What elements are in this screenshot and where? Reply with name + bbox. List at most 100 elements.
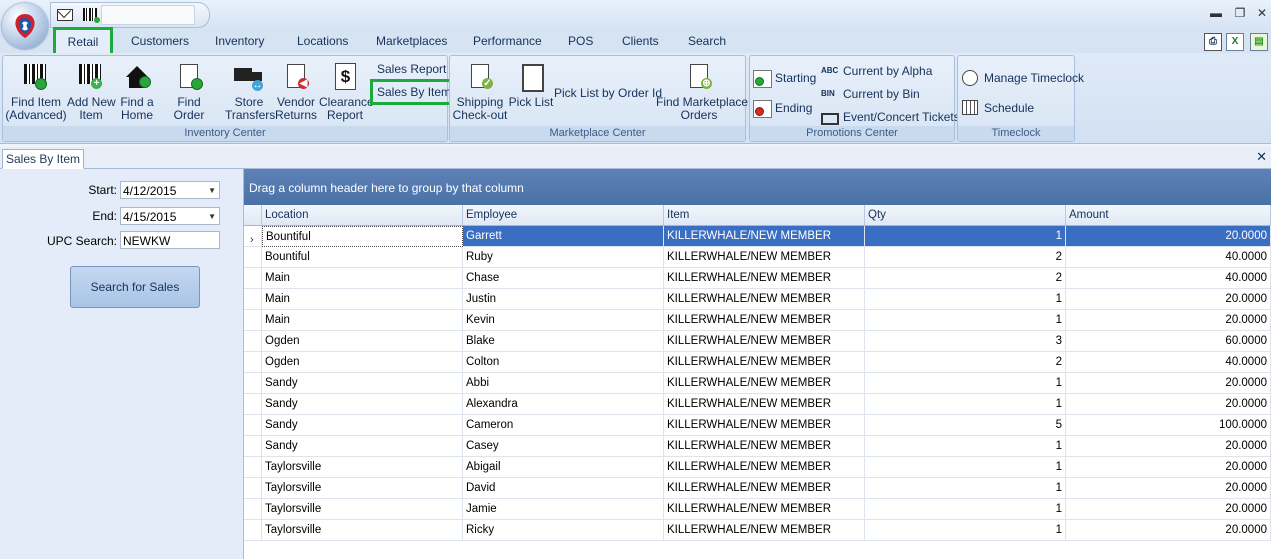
row-indicator[interactable] [244, 373, 262, 394]
table-cell[interactable]: Jamie [463, 499, 664, 520]
sales-by-item-button[interactable]: Sales By Item [369, 79, 459, 105]
table-row[interactable]: Sandy Alexandra KILLERWHALE/NEW MEMBER 1 20.… [244, 394, 1271, 415]
table-cell[interactable]: David [463, 478, 664, 499]
table-row[interactable]: Ogden Blake KILLERWHALE/NEW MEMBER 3 60.0000 [244, 331, 1271, 352]
export-icon[interactable]: ▤ [1250, 33, 1268, 51]
table-cell[interactable]: KILLERWHALE/NEW MEMBER [664, 478, 865, 499]
table-row[interactable]: Sandy Abbi KILLERWHALE/NEW MEMBER 1 20.0000 [244, 373, 1271, 394]
table-cell[interactable]: KILLERWHALE/NEW MEMBER [664, 310, 865, 331]
vendor-returns-button[interactable]: ◀ Vendor Returns [273, 62, 319, 122]
find-marketplace-orders-button[interactable]: ⊕ Find Marketplace Orders [656, 62, 748, 122]
table-cell[interactable]: Ogden [262, 331, 463, 352]
tab-sales-by-item[interactable]: Sales By Item [2, 149, 84, 169]
table-row[interactable]: Sandy Casey KILLERWHALE/NEW MEMBER 1 20.0000 [244, 436, 1271, 457]
column-header-qty[interactable]: Qty [865, 205, 1066, 226]
table-row[interactable]: Main Kevin KILLERWHALE/NEW MEMBER 1 20.0000 [244, 310, 1271, 331]
pick-list-by-order-button[interactable]: Pick List by Order Id [554, 86, 662, 100]
table-cell[interactable]: 1 [865, 373, 1066, 394]
table-cell[interactable]: Ruby [463, 247, 664, 268]
tab-locations[interactable]: Locations [297, 34, 348, 48]
table-cell[interactable]: KILLERWHALE/NEW MEMBER [664, 247, 865, 268]
table-cell[interactable]: Cameron [463, 415, 664, 436]
row-indicator[interactable] [244, 310, 262, 331]
table-cell[interactable]: 20.0000 [1066, 520, 1271, 541]
excel-icon[interactable]: X [1226, 33, 1244, 51]
mail-icon[interactable] [57, 9, 73, 21]
table-cell[interactable]: 1 [865, 478, 1066, 499]
store-transfers-button[interactable]: ↔ Store Transfers [225, 62, 275, 122]
table-cell[interactable]: 1 [865, 457, 1066, 478]
table-cell[interactable]: 20.0000 [1066, 289, 1271, 310]
table-row[interactable]: › Bountiful Garrett KILLERWHALE/NEW MEMBER 1… [244, 226, 1271, 247]
table-cell[interactable]: 40.0000 [1066, 247, 1271, 268]
table-cell[interactable]: 2 [865, 268, 1066, 289]
row-indicator[interactable] [244, 436, 262, 457]
table-cell[interactable]: 20.0000 [1066, 226, 1271, 247]
table-cell[interactable]: Ricky [463, 520, 664, 541]
table-cell[interactable]: 20.0000 [1066, 373, 1271, 394]
print-icon[interactable]: ⎙ [1204, 33, 1222, 51]
pick-list-button[interactable]: Pick List [508, 62, 554, 109]
tab-search[interactable]: Search [688, 34, 726, 48]
table-cell[interactable]: KILLERWHALE/NEW MEMBER [664, 268, 865, 289]
table-row[interactable]: Taylorsville Abigail KILLERWHALE/NEW MEMBE… [244, 457, 1271, 478]
table-cell[interactable]: Taylorsville [262, 520, 463, 541]
table-cell[interactable]: Kevin [463, 310, 664, 331]
table-cell[interactable]: Sandy [262, 394, 463, 415]
table-row[interactable]: Taylorsville Ricky KILLERWHALE/NEW MEMBER 1… [244, 520, 1271, 541]
table-cell[interactable]: Sandy [262, 373, 463, 394]
find-order-button[interactable]: Find Order [161, 62, 217, 122]
table-cell[interactable]: KILLERWHALE/NEW MEMBER [664, 436, 865, 457]
tab-pos[interactable]: POS [568, 34, 593, 48]
table-cell[interactable]: 20.0000 [1066, 457, 1271, 478]
table-cell[interactable]: KILLERWHALE/NEW MEMBER [664, 373, 865, 394]
column-header-amount[interactable]: Amount [1066, 205, 1271, 226]
table-cell[interactable]: KILLERWHALE/NEW MEMBER [664, 289, 865, 310]
table-cell[interactable]: 1 [865, 436, 1066, 457]
table-cell[interactable]: 20.0000 [1066, 499, 1271, 520]
table-cell[interactable]: Sandy [262, 415, 463, 436]
tab-clients[interactable]: Clients [622, 34, 659, 48]
table-cell[interactable]: Casey [463, 436, 664, 457]
table-cell[interactable]: Taylorsville [262, 478, 463, 499]
table-cell[interactable]: Justin [463, 289, 664, 310]
upc-search-input[interactable]: NEWKW [120, 231, 220, 249]
start-date-picker[interactable]: 4/12/2015 ▼ [120, 181, 220, 199]
table-cell[interactable]: Alexandra [463, 394, 664, 415]
table-cell[interactable]: KILLERWHALE/NEW MEMBER [664, 457, 865, 478]
table-cell[interactable]: 1 [865, 499, 1066, 520]
table-cell[interactable]: KILLERWHALE/NEW MEMBER [664, 415, 865, 436]
row-indicator[interactable] [244, 457, 262, 478]
end-date-picker[interactable]: 4/15/2015 ▼ [120, 207, 220, 225]
row-indicator[interactable] [244, 331, 262, 352]
app-menu-button[interactable] [2, 3, 48, 49]
row-indicator[interactable] [244, 415, 262, 436]
table-cell[interactable]: Ogden [262, 352, 463, 373]
column-header-item[interactable]: Item [664, 205, 865, 226]
tab-retail[interactable]: Retail [53, 27, 113, 56]
table-cell[interactable]: Abbi [463, 373, 664, 394]
table-row[interactable]: Sandy Cameron KILLERWHALE/NEW MEMBER 5 100.0… [244, 415, 1271, 436]
table-cell[interactable]: 20.0000 [1066, 310, 1271, 331]
table-cell[interactable]: Main [262, 310, 463, 331]
row-indicator[interactable] [244, 520, 262, 541]
close-button[interactable]: ✕ [1252, 4, 1271, 22]
table-cell[interactable]: 20.0000 [1066, 478, 1271, 499]
table-cell[interactable]: Main [262, 289, 463, 310]
close-document-icon[interactable]: ✕ [1256, 149, 1267, 165]
row-indicator[interactable] [244, 268, 262, 289]
table-cell[interactable]: 100.0000 [1066, 415, 1271, 436]
table-row[interactable]: Main Justin KILLERWHALE/NEW MEMBER 1 20.0000 [244, 289, 1271, 310]
table-cell[interactable]: 2 [865, 352, 1066, 373]
add-new-item-button[interactable]: + Add New Item [67, 62, 116, 122]
row-indicator[interactable] [244, 478, 262, 499]
table-cell[interactable]: 1 [865, 289, 1066, 310]
table-cell[interactable]: 1 [865, 226, 1066, 247]
table-row[interactable]: Ogden Colton KILLERWHALE/NEW MEMBER 2 40.000… [244, 352, 1271, 373]
chevron-down-icon[interactable]: ▼ [208, 182, 216, 200]
table-cell[interactable]: 3 [865, 331, 1066, 352]
tab-inventory[interactable]: Inventory [215, 34, 264, 48]
table-cell[interactable]: 20.0000 [1066, 394, 1271, 415]
row-indicator[interactable] [244, 289, 262, 310]
table-cell[interactable]: 20.0000 [1066, 436, 1271, 457]
